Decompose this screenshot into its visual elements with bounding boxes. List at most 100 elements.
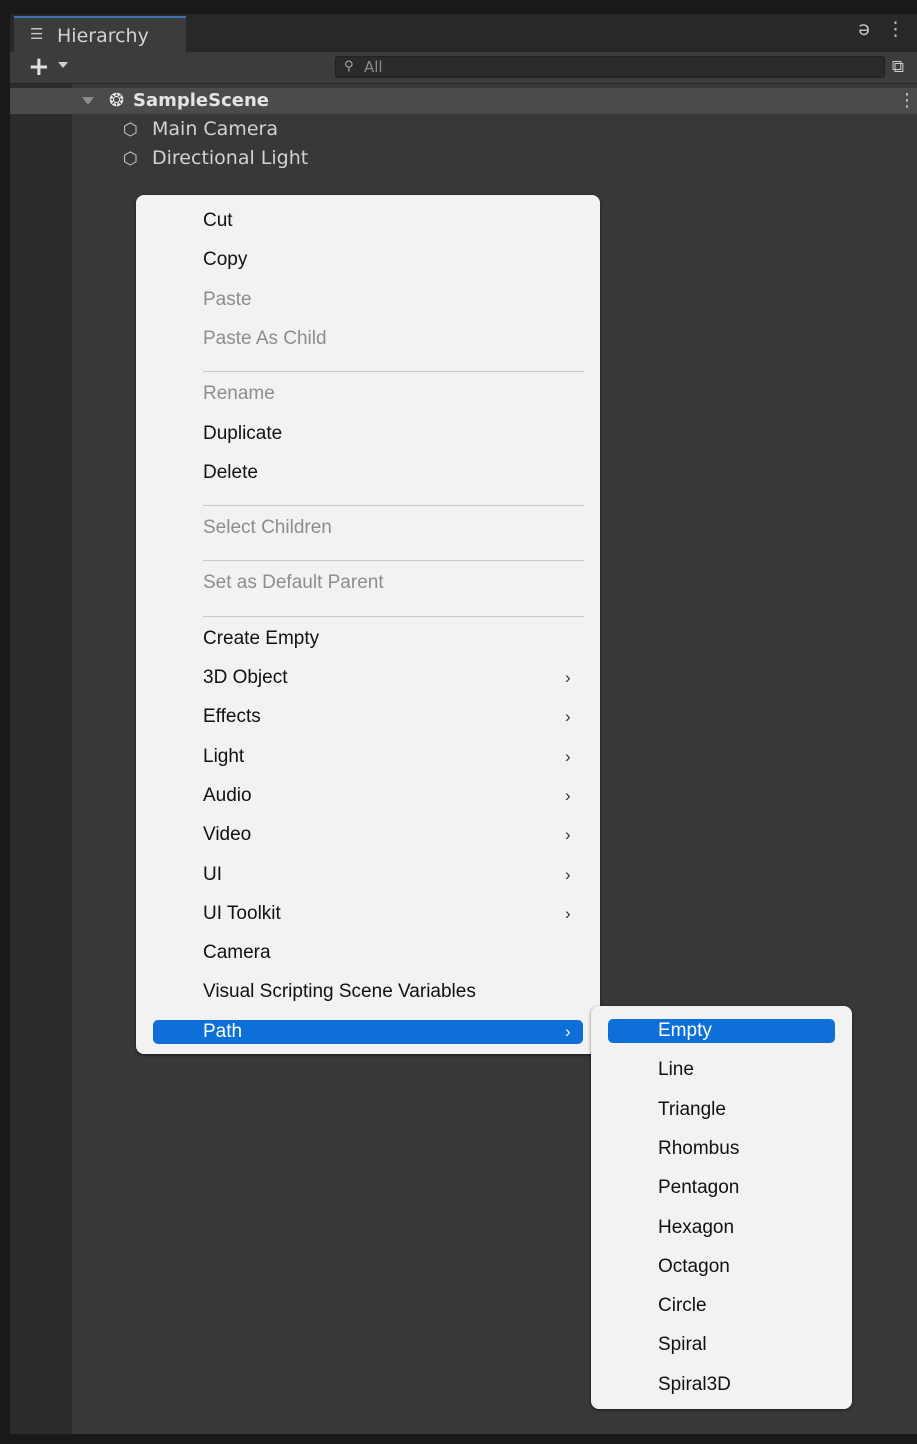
submenu-item-label: Pentagon [658,1177,740,1199]
chevron-right-icon: › [565,785,571,805]
submenu-item-circle[interactable]: Circle [658,1293,828,1319]
window-left-edge [0,0,10,1444]
window-bottom-edge [0,1434,917,1444]
submenu-item-triangle[interactable]: Triangle [658,1097,828,1123]
menu-item-set-as-default-parent[interactable]: Set as Default Parent [203,570,583,596]
submenu-item-label: Hexagon [658,1216,735,1238]
hierarchy-window: ☰ Hierarchy ə⋮ + ⚲ ⧉ ❂ SampleScene ⋮ ⬡ M… [0,0,917,1444]
menu-item-label: Audio [203,784,252,806]
menu-item-light[interactable]: Light › [203,744,583,770]
submenu-item-rhombus[interactable]: Rhombus [658,1136,828,1162]
unity-scene-icon: ❂ [109,90,125,111]
submenu-item-hexagon[interactable]: Hexagon [658,1215,828,1241]
menu-item-label: UI Toolkit [203,902,281,924]
menu-item-paste[interactable]: Paste [203,287,583,313]
submenu-item-label: Triangle [658,1098,726,1120]
menu-item-video[interactable]: Video › [203,822,583,848]
menu-item-label: Create Empty [203,627,320,649]
submenu-item-label: Circle [658,1295,707,1317]
submenu-item-spiral3d[interactable]: Spiral3D [658,1372,828,1398]
search-input[interactable] [364,57,864,77]
menu-item-label: Duplicate [203,422,283,444]
submenu-item-octagon[interactable]: Octagon [658,1254,828,1280]
menu-item-effects[interactable]: Effects › [203,704,583,730]
tab-hierarchy[interactable]: ☰ Hierarchy [14,16,186,52]
submenu-item-spiral[interactable]: Spiral [658,1332,828,1358]
scene-kebab-menu-icon[interactable]: ⋮ [898,89,916,113]
search-field[interactable]: ⚲ [335,56,885,78]
submenu-item-empty[interactable]: Empty [658,1018,828,1044]
menu-item-label: Delete [203,461,258,483]
menu-item-duplicate[interactable]: Duplicate [203,421,583,447]
hierarchy-gutter [10,84,72,1434]
chevron-right-icon: › [565,864,571,884]
menu-item-copy[interactable]: Copy [203,247,583,273]
submenu-item-pentagon[interactable]: Pentagon [658,1175,828,1201]
chevron-right-icon: › [565,1021,571,1041]
menu-item-label: 3D Object [203,667,288,688]
tree-item-label: Main Camera [152,118,278,140]
scene-view-icon[interactable]: ⧉ [886,55,910,79]
list-icon: ☰ [30,25,44,43]
menu-item-paste-as-child[interactable]: Paste As Child [203,326,583,352]
menu-item-ui-toolkit[interactable]: UI Toolkit › [203,901,583,927]
menu-item-3d-object[interactable]: 3D Object › [203,665,583,691]
gameobject-cube-icon: ⬡ [123,149,138,169]
tab-controls: ə ⋮ [842,18,905,40]
menu-item-visual-scripting-scene-variables[interactable]: Visual Scripting Scene Variables [203,979,583,1005]
submenu-item-label: Empty [658,1020,712,1041]
menu-item-cut[interactable]: Cut [203,208,583,234]
menu-item-label: Copy [203,249,248,271]
menu-item-label: Paste [203,288,252,310]
add-button[interactable]: + [28,54,50,80]
menu-separator [203,615,584,617]
menu-item-label: Set as Default Parent [203,572,384,594]
menu-separator [203,560,584,562]
scene-row[interactable]: ❂ SampleScene ⋮ [10,88,917,114]
menu-separator [203,371,584,373]
menu-item-label: Visual Scripting Scene Variables [203,981,476,1003]
menu-item-ui[interactable]: UI › [203,862,583,888]
chevron-right-icon: › [565,903,571,923]
menu-item-audio[interactable]: Audio › [203,783,583,809]
expand-arrow-icon[interactable] [82,97,94,105]
submenu-item-label: Rhombus [658,1137,740,1159]
menu-item-delete[interactable]: Delete [203,460,583,486]
chevron-right-icon: › [565,707,571,727]
chevron-right-icon: › [565,825,571,845]
tree-item-label: Directional Light [152,147,309,169]
menu-separator [203,505,584,507]
chevron-down-icon[interactable] [58,62,68,68]
gameobject-cube-icon: ⬡ [123,120,138,140]
menu-item-create-empty[interactable]: Create Empty [203,626,583,652]
menu-item-label: Cut [203,210,233,231]
submenu-item-label: Octagon [658,1255,730,1277]
kebab-menu-icon[interactable]: ⋮ [886,18,905,40]
menu-item-label: Select Children [203,517,332,539]
submenu-item-label: Spiral [658,1334,707,1356]
menu-item-label: Camera [203,942,271,964]
path-submenu: Empty Line Triangle Rhombus Pentagon Hexagon O… [591,1006,852,1409]
menu-item-select-children[interactable]: Select Children [203,515,583,541]
chevron-right-icon: › [565,746,571,766]
menu-item-label: Paste As Child [203,327,327,349]
submenu-item-label: Spiral3D [658,1373,731,1395]
menu-item-label: Path [203,1020,243,1042]
lock-icon[interactable]: ə [858,18,870,40]
submenu-item-line[interactable]: Line [658,1057,828,1083]
menu-item-label: Light [203,745,245,767]
menu-item-label: Video [203,824,252,846]
search-icon[interactable]: ⚲ [344,58,354,76]
context-menu: Cut Copy Paste Paste As Child Rename Duplicat… [136,195,600,1054]
menu-item-camera[interactable]: Camera [203,940,583,966]
menu-item-label: UI [203,863,222,885]
menu-item-path[interactable]: Path › [203,1019,583,1045]
chevron-right-icon: › [565,668,571,687]
tab-label: Hierarchy [57,25,149,47]
menu-item-rename[interactable]: Rename [203,381,583,407]
hierarchy-toolbar: + ⚲ ⧉ [10,52,917,84]
submenu-item-label: Line [658,1059,694,1081]
menu-item-label: Effects [203,706,261,728]
scene-name: SampleScene [133,90,269,111]
window-top-edge [0,0,917,14]
